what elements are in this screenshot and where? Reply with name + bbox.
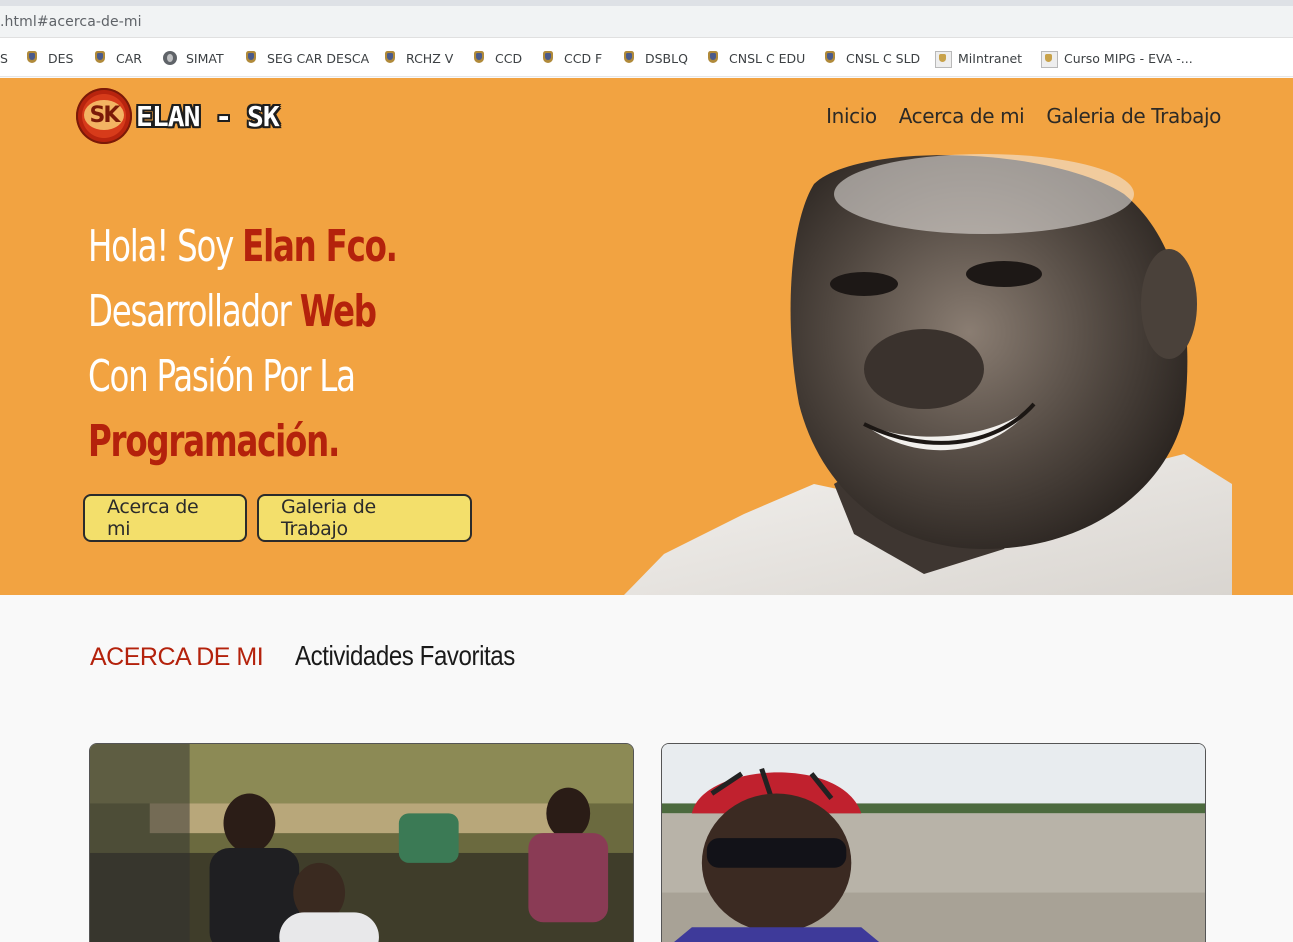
bookmark-ccd[interactable]: CCD — [472, 49, 522, 67]
bookmark-cnsl-c-edu[interactable]: CNSL C EDU — [706, 49, 805, 67]
shield-icon — [706, 50, 720, 66]
bookmark-simat[interactable]: SIMAT — [163, 49, 224, 67]
about-button[interactable]: Acerca de mi — [83, 494, 247, 542]
logo-text: ELAN - SK — [136, 99, 280, 133]
main-nav: Inicio Acerca de mi Galeria de Trabajo — [826, 104, 1221, 128]
bookmark-ccd-f[interactable]: CCD F — [541, 49, 602, 67]
globe-icon — [163, 50, 177, 66]
bookmark-car[interactable]: CAR — [93, 49, 142, 67]
tab-acerca-de-mi[interactable]: ACERCA DE MI — [90, 643, 264, 672]
shield-icon — [244, 50, 258, 66]
bookmark-dsblq[interactable]: DSBLQ — [622, 49, 688, 67]
cycling-photo — [661, 743, 1206, 942]
shield-icon — [383, 50, 397, 66]
nav-galeria-de-trabajo[interactable]: Galeria de Trabajo — [1046, 104, 1221, 128]
bookmark-seg-car-desca[interactable]: SEG CAR DESCA — [244, 49, 369, 67]
bookmark-s[interactable]: S — [0, 49, 8, 67]
group-photo — [89, 743, 634, 942]
shield-icon — [93, 50, 107, 66]
shield-icon — [472, 50, 486, 66]
headline-line-4: Programación. — [88, 416, 340, 467]
shield-icon — [823, 50, 837, 66]
shield-icon — [541, 50, 555, 66]
bookmark-cnsl-c-sld[interactable]: CNSL C SLD — [823, 49, 920, 67]
site-logo[interactable]: SK ELAN - SK — [76, 88, 280, 144]
crest-icon — [1041, 50, 1058, 68]
bookmark-rchz-v[interactable]: RCHZ V — [383, 49, 453, 67]
headline-line-2: Desarrollador Web — [88, 286, 377, 337]
nav-inicio[interactable]: Inicio — [826, 104, 877, 128]
gallery-button[interactable]: Galeria de Trabajo — [257, 494, 472, 542]
logo-badge-icon: SK — [76, 88, 132, 144]
address-bar[interactable]: .html#acerca-de-mi — [0, 6, 1293, 38]
bookmark-miintranet[interactable]: MiIntranet — [935, 49, 1022, 68]
bookmark-des[interactable]: DES — [25, 49, 73, 67]
shield-icon — [622, 50, 636, 66]
nav-acerca-de-mi[interactable]: Acerca de mi — [899, 104, 1025, 128]
crest-icon — [935, 50, 952, 68]
shield-icon — [25, 50, 39, 66]
url-text[interactable]: .html#acerca-de-mi — [0, 14, 142, 30]
section-tabs: ACERCA DE MI Actividades Favoritas — [90, 640, 551, 672]
hero-headline: Hola! Soy Elan Fco. Desarrollador Web Co… — [88, 214, 465, 474]
headline-line-1: Hola! Soy Elan Fco. — [88, 221, 398, 272]
bookmarks-bar: S DES CAR SIMAT SEG CAR DESCA RCHZ V CCD… — [0, 38, 1293, 77]
hero-section: SK ELAN - SK Inicio Acerca de mi Galeria… — [0, 78, 1293, 595]
headline-line-3: Con Pasión Por La — [88, 351, 356, 402]
bookmark-curso-mipg[interactable]: Curso MIPG - EVA -... — [1041, 49, 1193, 68]
profile-portrait — [624, 154, 1232, 595]
tab-actividades-favoritas[interactable]: Actividades Favoritas — [295, 640, 515, 672]
